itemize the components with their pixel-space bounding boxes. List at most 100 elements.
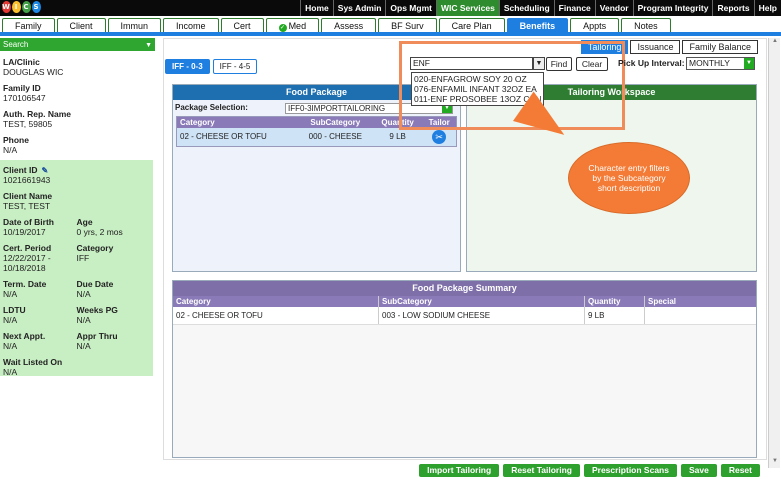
tab-cert[interactable]: Cert [220,18,264,33]
vertical-scrollbar[interactable]: ▲ ▼ [768,38,780,468]
package-selection-label: Package Selection: [175,103,248,112]
age-value: 0 yrs, 2 mos [76,227,123,237]
tab-immun[interactable]: Immun [107,18,162,33]
client-sidebar: Search ▼ LA/Clinic DOUGLAS WIC Family ID… [0,38,155,378]
family-id-value: 170106547 [3,93,46,103]
subtab-iff-4-5[interactable]: IFF - 4-5 [212,59,258,74]
reset-tailoring-button[interactable]: Reset Tailoring [503,464,580,477]
scroll-down-icon[interactable]: ▼ [769,458,781,468]
next-appt-label: Next Appt. [3,331,46,341]
chevron-down-icon[interactable]: ▼ [744,58,754,69]
client-info: Client ID ✎ 1021661943 Client Name TEST, … [0,160,153,377]
tab-family[interactable]: Family [2,18,55,33]
food-package-summary-panel: Food Package Summary Category SubCategor… [172,280,757,458]
callout-text: Character entry filters by the Subcatego… [588,163,670,193]
tab-client[interactable]: Client [56,18,106,33]
scissors-icon[interactable]: ✂ [432,130,447,144]
row-subcategory: 000 - CHEESE [308,132,362,141]
pickup-interval-value: MONTHLY [689,58,730,68]
top-bar: WICS Home Sys Admin Ops Mgmt WIC Service… [0,0,781,16]
menu-sys-admin[interactable]: Sys Admin [332,0,386,16]
menu-finance[interactable]: Finance [553,0,595,16]
tab-income[interactable]: Income [163,18,219,33]
family-info: LA/Clinic DOUGLAS WIC Family ID 17010654… [0,51,155,159]
tab-issuance[interactable]: Issuance [630,40,681,54]
menu-wic-services[interactable]: WIC Services [435,0,499,16]
package-selection-value: IFF0-3IMPORTTAILORING [288,104,386,113]
tab-appts[interactable]: Appts [570,18,620,33]
tab-care-plan[interactable]: Care Plan [438,18,505,33]
chevron-down-icon[interactable]: ▼ [145,39,152,52]
tab-underline [0,32,781,36]
category-value: IFF [76,253,90,263]
annotation-callout: Character entry filters by the Subcatego… [569,143,689,213]
sidebar-search[interactable]: Search ▼ [0,38,155,51]
family-id-label: Family ID [3,83,41,93]
client-name-label: Client Name [3,191,53,201]
menu-ops-mgmt[interactable]: Ops Mgmt [385,0,436,16]
sum-col-special: Special [648,297,677,306]
top-menu: Home Sys Admin Ops Mgmt WIC Services Sch… [300,0,781,16]
sum-row-special [645,307,756,324]
tab-med-label: Med [288,21,307,31]
sum-row-category: 02 - CHEESE OR TOFU [173,307,379,324]
ldtu-label: LDTU [3,305,26,315]
dob-label: Date of Birth [3,217,54,227]
reset-button[interactable]: Reset [720,464,760,477]
save-button[interactable]: Save [680,464,717,477]
la-clinic-value: DOUGLAS WIC [3,67,64,77]
subtab-iff-0-3[interactable]: IFF - 0-3 [165,59,210,74]
import-tailoring-button[interactable]: Import Tailoring [419,464,500,477]
due-date-value: N/A [76,289,91,299]
appr-thru-label: Appr Thru [76,331,118,341]
phone-value: N/A [3,145,18,155]
cert-period-start: 12/22/2017 - [3,253,51,263]
weeks-pg-label: Weeks PG [76,305,118,315]
package-subtabs: IFF - 0-3 IFF - 4-5 [165,59,260,74]
tab-family-balance[interactable]: Family Balance [682,40,758,54]
sum-col-quantity: Quantity [585,296,645,307]
client-id-label-text: Client ID [3,165,38,175]
phone-label: Phone [3,135,29,145]
dob-value: 10/19/2017 [3,227,46,237]
tab-assess[interactable]: Assess [321,18,377,33]
sum-row-subcategory: 003 - LOW SODIUM CHEESE [379,307,585,324]
prescription-scans-button[interactable]: Prescription Scans [583,464,677,477]
tab-med[interactable]: ✓ Med [265,18,320,33]
menu-program-integrity[interactable]: Program Integrity [632,0,713,16]
la-clinic-label: LA/Clinic [3,57,40,67]
wait-listed-label: Wait Listed On [3,357,63,367]
row-category: 02 - CHEESE OR TOFU [180,132,267,141]
table-row[interactable]: 02 - CHEESE OR TOFU 003 - LOW SODIUM CHE… [173,307,756,325]
wait-listed-value: N/A [3,367,18,377]
menu-scheduling[interactable]: Scheduling [498,0,554,16]
tab-benefits[interactable]: Benefits [506,18,569,33]
sum-row-quantity: 9 LB [585,307,645,324]
cert-period-end: 10/18/2018 [3,263,46,273]
tab-notes[interactable]: Notes [621,18,671,33]
ldtu-value: N/A [3,315,18,325]
summary-title: Food Package Summary [173,281,756,296]
next-appt-value: N/A [3,341,18,351]
menu-home[interactable]: Home [300,0,333,16]
age-label: Age [76,217,93,227]
term-date-value: N/A [3,289,18,299]
sum-col-subcategory: SubCategory [379,296,585,307]
pencil-icon[interactable]: ✎ [41,166,48,175]
auth-rep-value: TEST, 59805 [3,119,53,129]
auth-rep-label: Auth. Rep. Name [3,109,72,119]
row-quantity: 9 LB [389,132,406,141]
app-logo: WICS [2,1,41,13]
highlight-box [399,41,625,130]
scroll-up-icon[interactable]: ▲ [769,38,781,48]
col-subcategory: SubCategory [310,118,361,127]
menu-vendor[interactable]: Vendor [594,0,633,16]
tab-bf-surv[interactable]: BF Surv [378,18,437,33]
appr-thru-value: N/A [76,341,91,351]
summary-header: Category SubCategory Quantity Special [173,296,756,307]
menu-reports[interactable]: Reports [712,0,753,16]
table-row[interactable]: 02 - CHEESE OR TOFU 000 - CHEESE 9 LB ✂ [177,128,456,146]
menu-help[interactable]: Help [753,0,781,16]
action-buttons: Import Tailoring Reset Tailoring Prescri… [415,464,760,477]
pickup-interval-select[interactable]: MONTHLY ▼ [686,57,755,70]
